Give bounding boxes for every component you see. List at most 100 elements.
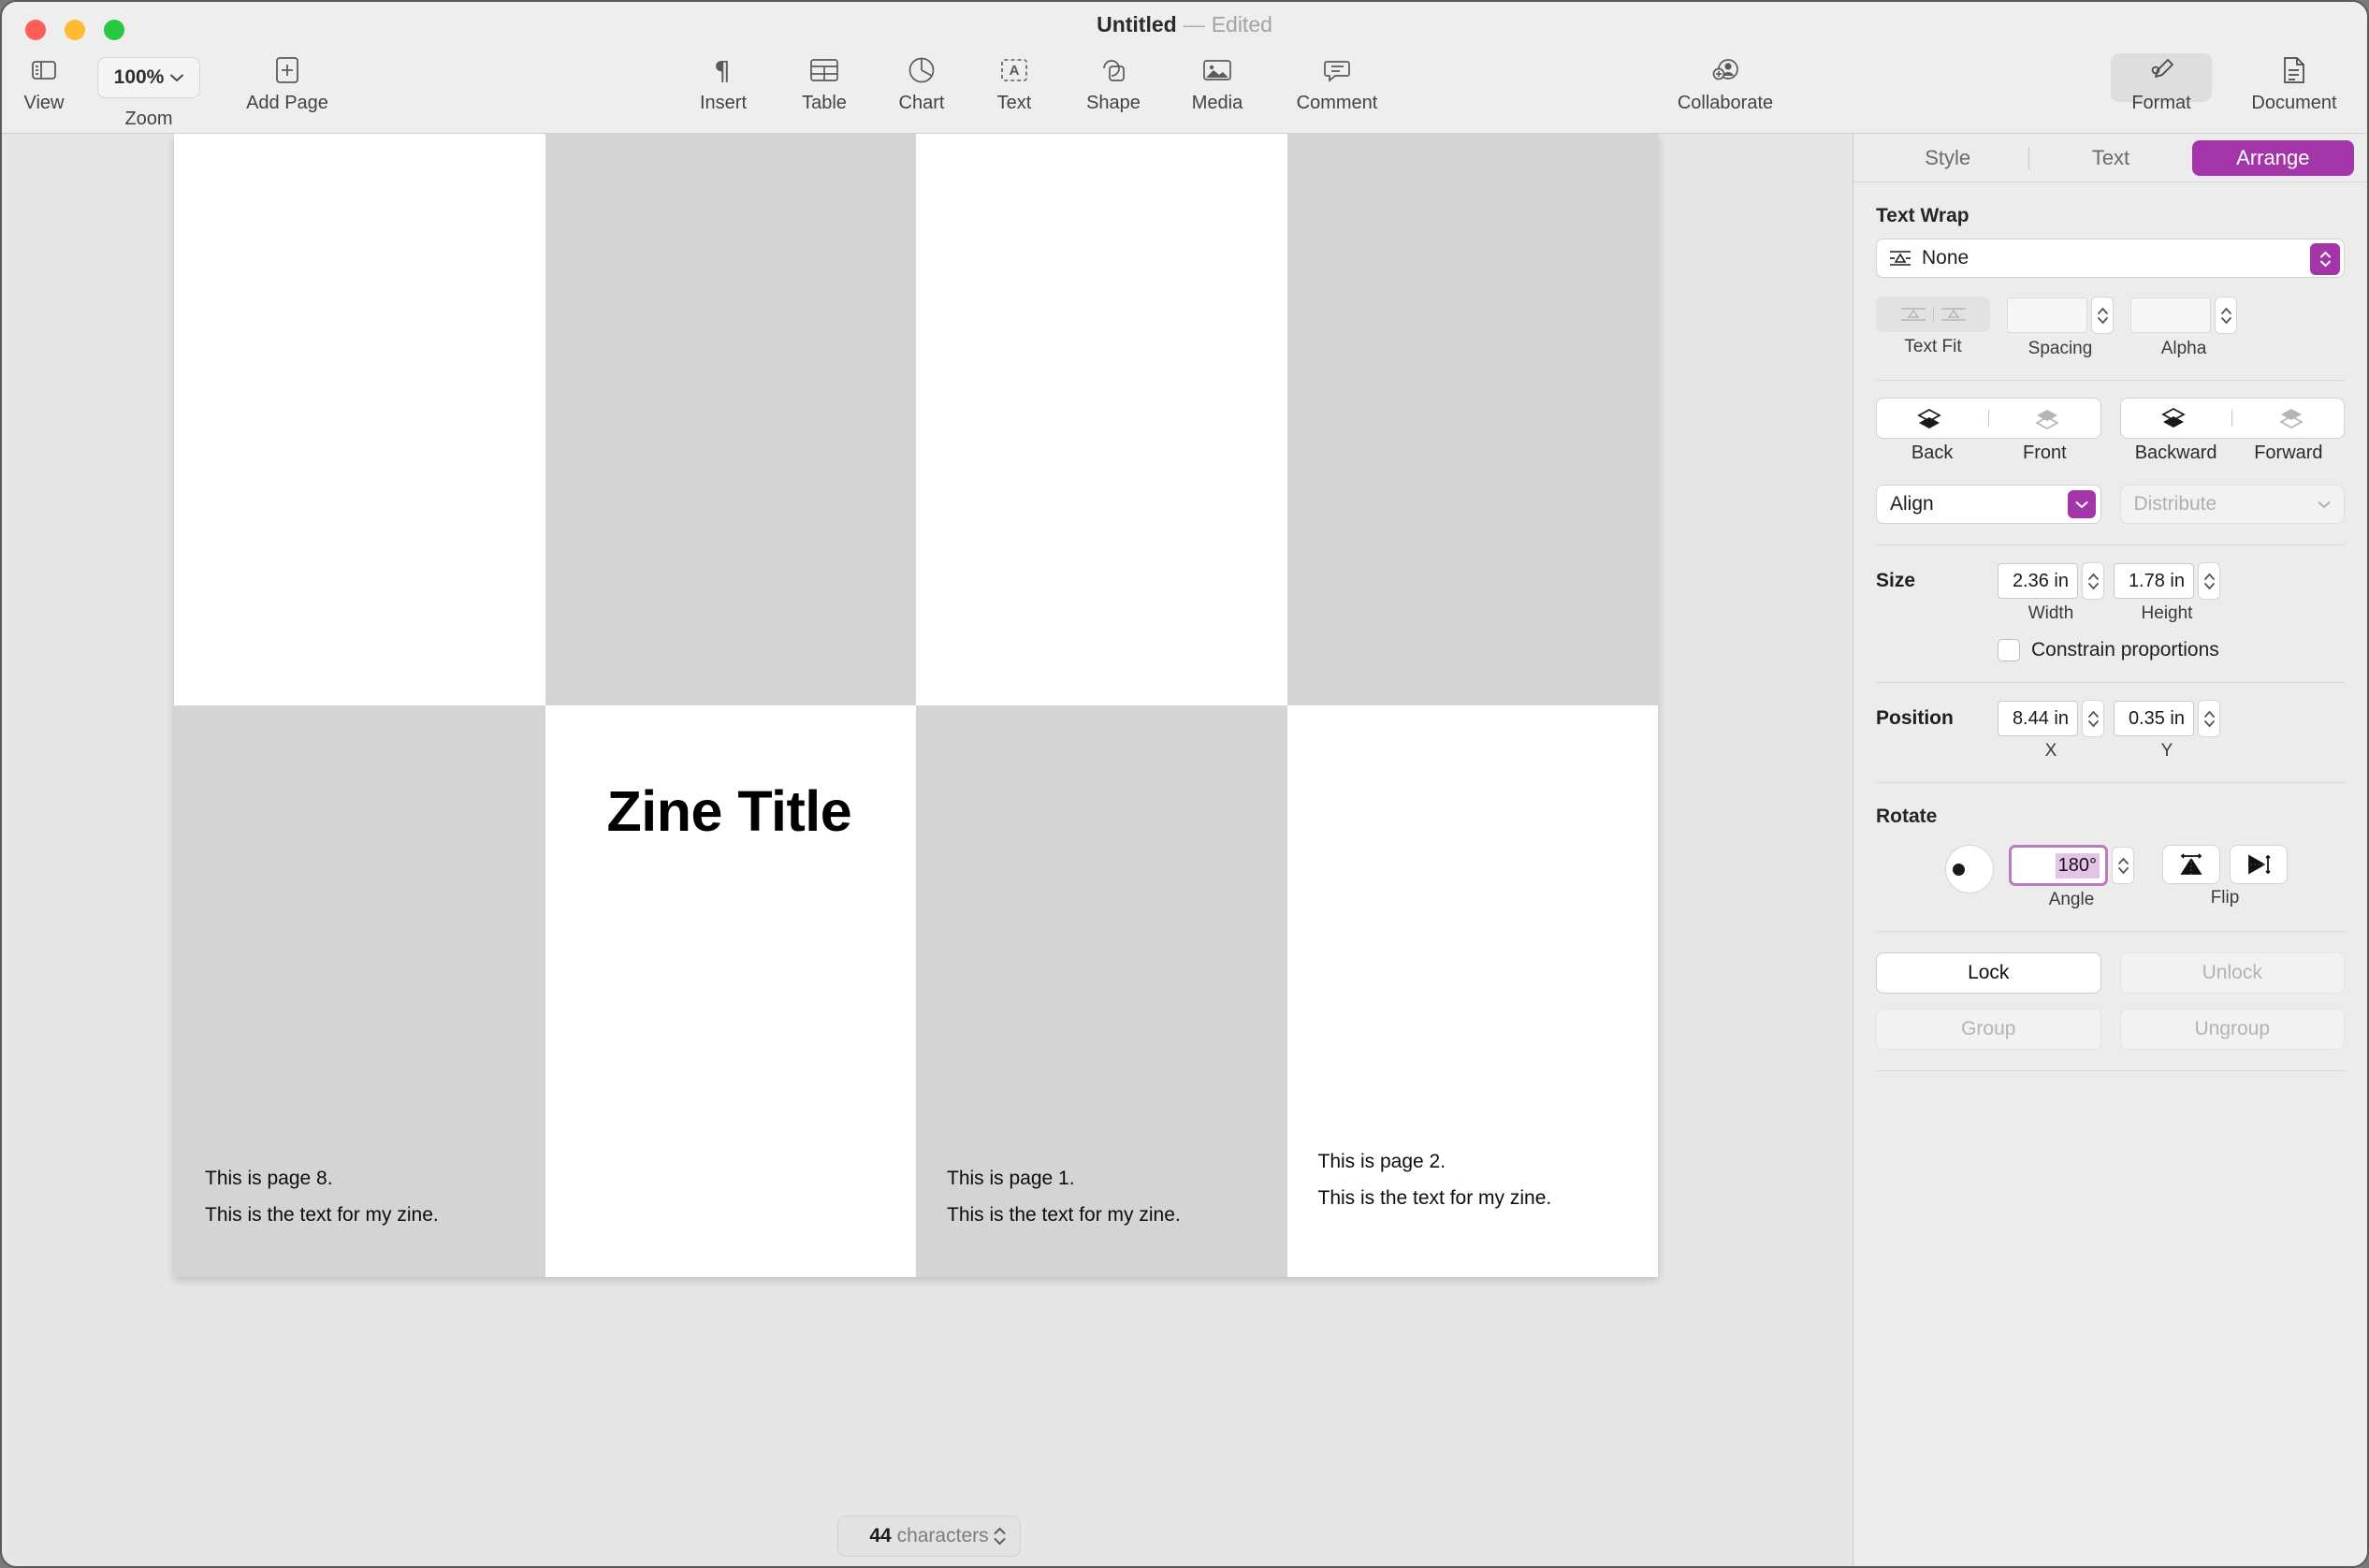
- character-count-pill[interactable]: 44 characters: [837, 1516, 1021, 1557]
- format-button[interactable]: Format: [2111, 51, 2212, 114]
- angle-input[interactable]: 180°: [2009, 845, 2108, 886]
- tab-arrange[interactable]: Arrange: [2191, 139, 2354, 176]
- zine-title[interactable]: Zine Title: [607, 778, 852, 844]
- alpha-input-wrap: [2130, 297, 2237, 334]
- document-canvas[interactable]: This is page 1. This is the text for my …: [2, 134, 1856, 1566]
- lock-unlock-row: Lock Unlock: [1876, 952, 2345, 994]
- divider-6: [1876, 1070, 2345, 1071]
- insert-label: Insert: [699, 93, 748, 113]
- insert-button[interactable]: ¶ Insert: [668, 51, 778, 114]
- width-stepper[interactable]: [2082, 562, 2104, 600]
- pages-app-window: Untitled — Edited View 100% Zoom Add Pag…: [0, 0, 2369, 1568]
- text-wrap-value: None: [1922, 247, 1969, 269]
- text-wrap-section: Text Wrap None Text Fit Spacing Alpha: [1853, 205, 2367, 359]
- text-fit-expand-icon[interactable]: [1940, 305, 1968, 324]
- chart-button[interactable]: Chart: [870, 51, 973, 114]
- page-panel-r1c3[interactable]: [916, 134, 1287, 705]
- bring-forward-button[interactable]: [2238, 407, 2344, 429]
- shape-button[interactable]: Shape: [1061, 51, 1166, 114]
- divider-3: [1876, 682, 2345, 683]
- page-panel-r2c4[interactable]: This is page 2. This is the text for my …: [1286, 705, 1658, 1277]
- tab-style[interactable]: Style: [1867, 140, 2028, 176]
- status-bar: 44 characters: [2, 1503, 1856, 1566]
- text-fit-shrink-icon[interactable]: [1899, 305, 1927, 324]
- toolbar: Untitled — Edited View 100% Zoom Add Pag…: [2, 2, 2367, 134]
- spacing-stepper[interactable]: [2091, 297, 2114, 334]
- edited-status: Edited: [1211, 12, 1272, 36]
- position-x-input[interactable]: 8.44 in: [1998, 701, 2078, 736]
- table-button[interactable]: Table: [773, 51, 876, 114]
- text-wrap-stepper[interactable]: [2310, 243, 2340, 275]
- align-chevron-icon[interactable]: [2067, 490, 2096, 518]
- pie-chart-icon: [908, 51, 936, 89]
- media-button[interactable]: Media: [1166, 51, 1269, 114]
- format-label: Format: [2131, 93, 2191, 113]
- flip-horizontal-icon: [2177, 852, 2205, 877]
- text-box-icon: A: [1000, 51, 1028, 89]
- character-count-label: characters: [896, 1525, 989, 1546]
- flip-vertical-button[interactable]: [2230, 845, 2288, 884]
- ungroup-button[interactable]: Ungroup: [2119, 1009, 2345, 1050]
- page-panel-r1c4[interactable]: This is page 1. This is the text for my …: [1286, 134, 1658, 705]
- flip-horizontal-button[interactable]: [2162, 845, 2220, 884]
- distribute-menu-button[interactable]: Distribute: [2119, 485, 2345, 524]
- width-input[interactable]: 2.36 in: [1998, 563, 2078, 599]
- spacing-input[interactable]: [2007, 298, 2087, 333]
- text-button[interactable]: A Text: [967, 51, 1061, 114]
- lock-group-section: Lock Unlock Group Ungroup: [1853, 952, 2367, 1050]
- rotation-dial[interactable]: [1945, 845, 1994, 893]
- flip-vertical-icon: [2245, 852, 2273, 877]
- page8-line2: This is the text for my zine.: [205, 1204, 439, 1226]
- layer-labels-row: Back Front Backward Forward: [1876, 439, 2345, 464]
- page2-text-block[interactable]: This is page 2. This is the text for my …: [1318, 1152, 1552, 1225]
- backward-forward-divider: [2231, 410, 2233, 427]
- count-stepper-icon[interactable]: [993, 1526, 1007, 1546]
- page1-text-block[interactable]: This is page 1. This is the text for my …: [947, 1169, 1181, 1241]
- lock-button[interactable]: Lock: [1876, 952, 2101, 994]
- alpha-input[interactable]: [2130, 298, 2211, 333]
- height-stepper[interactable]: [2198, 562, 2220, 600]
- back-front-group: [1876, 398, 2101, 439]
- document-title-bar: Untitled — Edited: [2, 12, 2367, 37]
- alpha-stepper[interactable]: [2215, 297, 2237, 334]
- send-backward-button[interactable]: [2121, 407, 2227, 429]
- bring-to-front-button[interactable]: [1995, 407, 2100, 429]
- comment-button[interactable]: Comment: [1267, 51, 1407, 114]
- align-menu-button[interactable]: Align: [1876, 485, 2101, 524]
- text-fit-group[interactable]: [1876, 297, 1990, 332]
- tab-text[interactable]: Text: [2029, 140, 2191, 176]
- view-button[interactable]: View: [11, 51, 77, 114]
- height-input[interactable]: 1.78 in: [2114, 563, 2194, 599]
- position-x-stepper[interactable]: [2082, 700, 2104, 737]
- zoom-label: Zoom: [124, 109, 173, 129]
- page-panel-r2c3[interactable]: This is page 1. This is the text for my …: [916, 705, 1287, 1277]
- flip-buttons: [2162, 845, 2288, 884]
- page8-text-block[interactable]: This is page 8. This is the text for my …: [205, 1169, 439, 1241]
- align-label: Align: [1890, 493, 1934, 515]
- text-wrap-icon: [1888, 249, 1912, 268]
- collaborate-button[interactable]: Collaborate: [1632, 51, 1819, 114]
- page-panel-r1c2[interactable]: [545, 134, 916, 705]
- table-icon: [809, 51, 839, 89]
- text-wrap-select[interactable]: None: [1876, 239, 2345, 278]
- page-panel-r2c2[interactable]: Zine Title: [545, 705, 916, 1277]
- position-y-stepper[interactable]: [2198, 700, 2220, 737]
- page-panel-r1c1[interactable]: [174, 134, 545, 705]
- angle-stepper[interactable]: [2112, 847, 2134, 884]
- page2-line1: This is page 2.: [1317, 1151, 1446, 1172]
- unlock-button[interactable]: Unlock: [2119, 952, 2345, 994]
- rotation-dial-indicator: [1953, 863, 1965, 876]
- add-page-button[interactable]: Add Page: [226, 51, 348, 114]
- constrain-proportions-row[interactable]: Constrain proportions: [1998, 639, 2345, 661]
- divider-4: [1876, 782, 2345, 783]
- group-button[interactable]: Group: [1876, 1009, 2101, 1050]
- front-label: Front: [2023, 443, 2067, 463]
- document-button[interactable]: Document: [2229, 51, 2360, 114]
- text-fit-divider: [1932, 306, 1934, 323]
- constrain-proportions-checkbox[interactable]: [1998, 639, 2020, 661]
- position-y-input[interactable]: 0.35 in: [2114, 701, 2194, 736]
- send-to-back-button[interactable]: [1877, 407, 1983, 429]
- zoom-dropdown[interactable]: 100%: [97, 57, 200, 98]
- shape-icon: [1099, 51, 1127, 89]
- page-panel-r2c1[interactable]: This is page 8. This is the text for my …: [174, 705, 545, 1277]
